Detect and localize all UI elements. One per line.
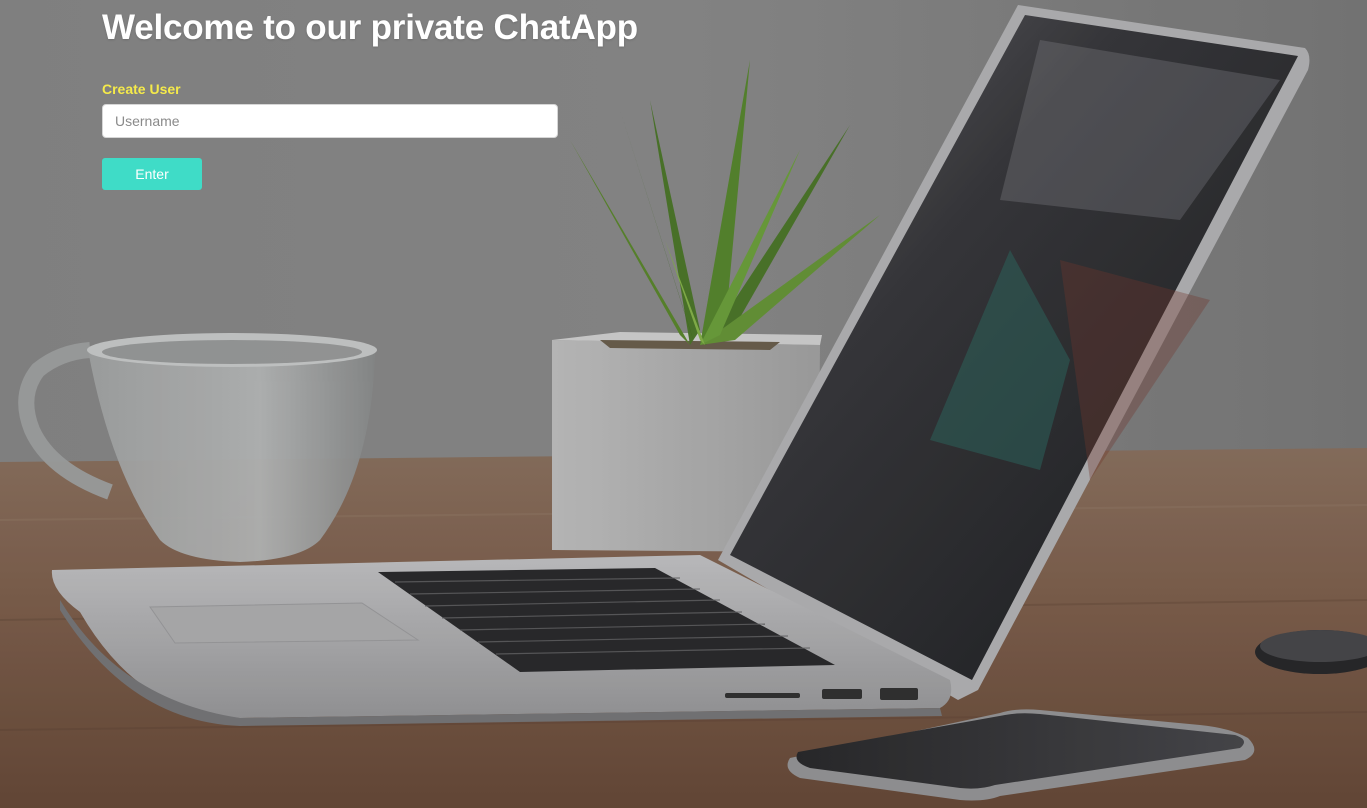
login-page: Welcome to our private ChatApp Create Us… — [0, 0, 1367, 808]
enter-button[interactable]: Enter — [102, 158, 202, 190]
page-title: Welcome to our private ChatApp — [102, 8, 638, 47]
username-input[interactable] — [102, 104, 558, 138]
create-user-label: Create User — [102, 81, 181, 97]
